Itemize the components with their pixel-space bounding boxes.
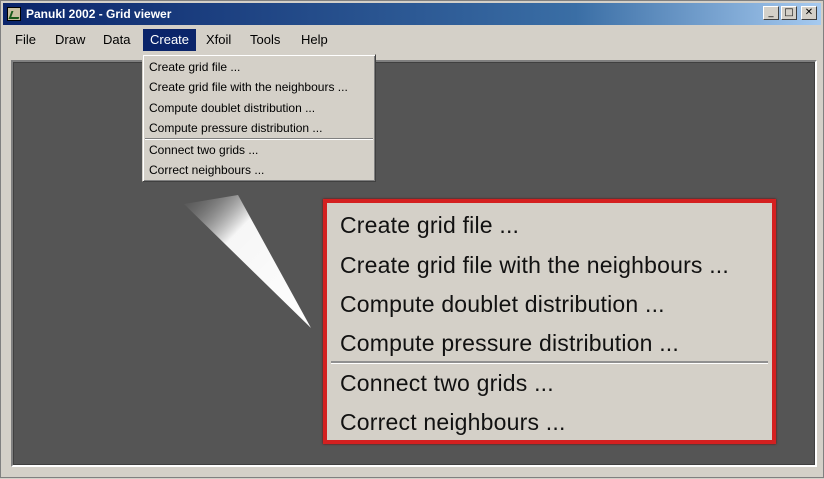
- dropdown-item-correct-neighbours[interactable]: Correct neighbours ...: [146, 160, 264, 180]
- zoom-item-compute-doublet-distribution: Compute doublet distribution ...: [340, 291, 665, 317]
- app-window: Panukl 2002 - Grid viewer _ □ ✕ File Dra…: [0, 0, 824, 478]
- dropdown-item-create-grid-file[interactable]: Create grid file ...: [146, 57, 240, 77]
- dropdown-item-compute-pressure-distribution[interactable]: Compute pressure distribution ...: [146, 118, 322, 138]
- zoom-item-connect-two-grids: Connect two grids ...: [340, 370, 554, 396]
- zoom-item-compute-pressure-distribution: Compute pressure distribution ...: [340, 330, 679, 356]
- create-dropdown-menu: Create grid file ... Create grid file wi…: [142, 54, 376, 182]
- dropdown-item-create-grid-file-neighbours[interactable]: Create grid file with the neighbours ...: [146, 77, 348, 97]
- dropdown-item-compute-doublet-distribution[interactable]: Compute doublet distribution ...: [146, 98, 315, 118]
- zoom-item-create-grid-file: Create grid file ...: [340, 212, 520, 238]
- dropdown-item-connect-two-grids[interactable]: Connect two grids ...: [146, 140, 258, 160]
- zoom-item-correct-neighbours: Correct neighbours ...: [340, 409, 566, 435]
- zoom-item-create-grid-file-neighbours: Create grid file with the neighbours ...: [340, 252, 729, 278]
- zoomed-menu-callout: Create grid file ... Create grid file wi…: [323, 199, 776, 444]
